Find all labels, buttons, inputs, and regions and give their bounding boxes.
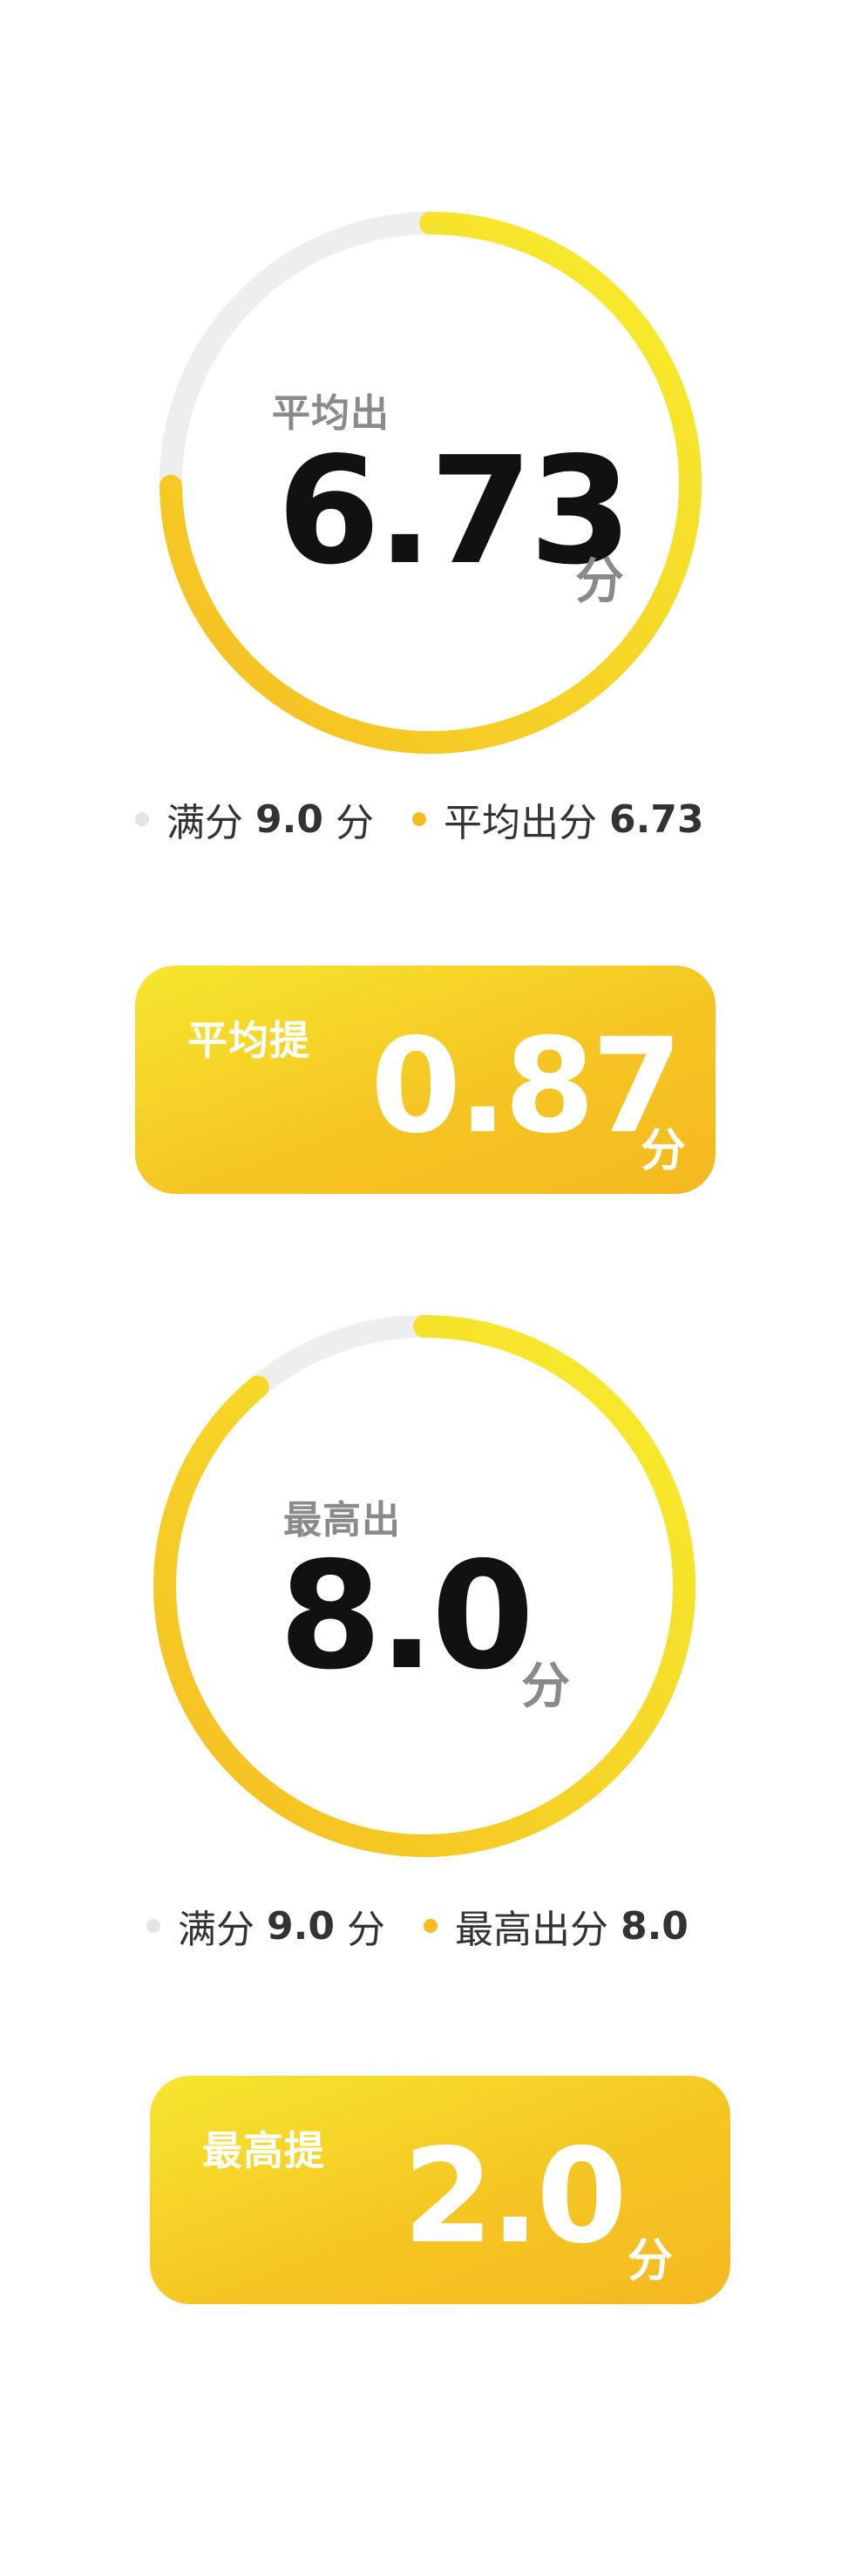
highest-score-legend-label: 最高出分 (454, 1908, 608, 1952)
highest-legend: 满分 9.0 分 最高出分 8.0 (146, 1891, 701, 1961)
average-improvement-value: 0.87 (370, 1011, 682, 1163)
average-score-legend-label: 平均出分 (443, 801, 597, 845)
highest-score-unit: 分 (521, 1658, 570, 1715)
highest-improvement-card: 最高提 2.0 分 (150, 2076, 730, 2304)
full-score-unit: 分 (335, 801, 374, 845)
full-score-value: 9.0 (255, 797, 323, 842)
highest-improvement-unit: 分 (628, 2235, 674, 2288)
highest-improvement-value: 2.0 (403, 2121, 628, 2273)
full-score-value-2: 9.0 (267, 1903, 335, 1949)
average-improvement-label: 平均提 (187, 1017, 310, 1064)
full-score-unit-2: 分 (346, 1908, 385, 1952)
highest-score-ring: 最高出 8.0 分 (0, 1290, 855, 1900)
average-score-unit: 分 (575, 553, 624, 610)
full-score-label-2: 满分 (178, 1908, 254, 1952)
average-legend: 满分 9.0 分 平均出分 6.73 (135, 784, 716, 854)
full-score-dot-2 (146, 1919, 160, 1933)
highest-score-legend-value: 8.0 (620, 1903, 689, 1949)
highest-score-dot (423, 1919, 438, 1933)
highest-score-value: 8.0 (279, 1530, 534, 1703)
highest-improvement-label: 最高提 (202, 2127, 325, 2174)
average-improvement-card: 平均提 0.87 分 (135, 966, 716, 1194)
average-improvement-unit: 分 (641, 1125, 687, 1177)
average-score-legend-value: 6.73 (608, 797, 704, 842)
average-score-ring: 平均出 6.73 分 (0, 192, 855, 802)
full-score-dot (135, 812, 149, 826)
average-score-dot (411, 812, 426, 826)
full-score-label: 满分 (166, 801, 243, 845)
